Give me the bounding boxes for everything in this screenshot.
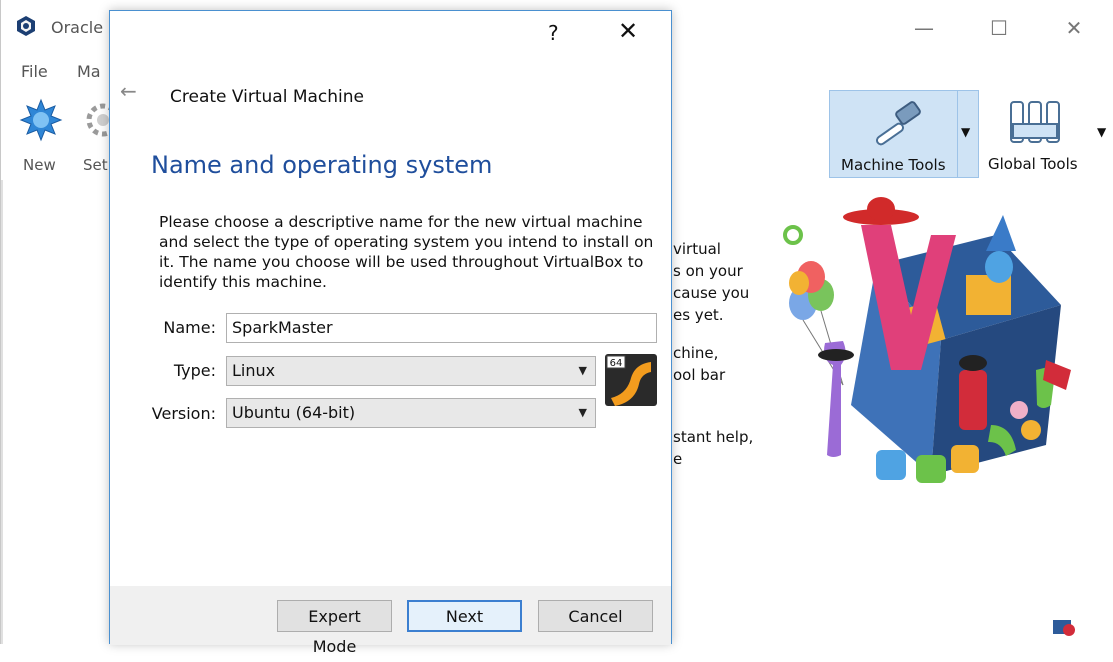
cancel-button[interactable]: Cancel [538, 600, 653, 632]
type-select-value: Linux [232, 361, 276, 380]
chevron-down-icon: ▼ [578, 406, 587, 419]
main-window-title: Oracle [51, 18, 104, 37]
window-close-button[interactable]: ✕ [1051, 12, 1097, 44]
version-label: Version: [151, 404, 216, 423]
chevron-down-icon: ▼ [578, 364, 587, 377]
machine-tools-dropdown-icon[interactable]: ▼ [961, 125, 970, 139]
name-input[interactable]: SparkMaster [226, 313, 657, 343]
menu-machine[interactable]: Ma [77, 62, 101, 81]
welcome-text-fragment: stant help, [673, 428, 754, 446]
expert-mode-button[interactable]: Expert Mode [277, 600, 392, 656]
new-vm-icon[interactable] [19, 98, 63, 142]
welcome-text-fragment: chine, [673, 344, 719, 362]
welcome-text-fragment: cause you [673, 284, 750, 302]
name-label: Name: [163, 318, 216, 337]
status-indicator-icon[interactable] [1051, 612, 1077, 638]
hammer-icon [875, 101, 921, 146]
machine-tools-split [957, 90, 958, 178]
welcome-text-fragment: ool bar [673, 366, 726, 384]
welcome-text-fragment: es yet. [673, 306, 724, 324]
version-select[interactable]: Ubuntu (64-bit) ▼ [226, 398, 596, 428]
minimize-button[interactable]: — [901, 12, 947, 44]
welcome-text-fragment: e [673, 450, 683, 468]
global-tools-label[interactable]: Global Tools [988, 155, 1078, 173]
vm-list-edge [1, 180, 3, 644]
version-select-value: Ubuntu (64-bit) [232, 403, 356, 422]
linux-os-icon: 64 [605, 354, 657, 406]
settings-button-label[interactable]: Set [83, 156, 108, 174]
dialog-close-button[interactable]: ✕ [618, 17, 638, 45]
os-badge-text: 64 [610, 358, 623, 369]
welcome-text-fragment: virtual [673, 240, 721, 258]
global-tools-dropdown-icon[interactable]: ▼ [1097, 125, 1106, 139]
type-label: Type: [173, 361, 216, 380]
machine-tools-label[interactable]: Machine Tools [841, 156, 946, 174]
menu-file[interactable]: File [21, 62, 48, 81]
global-tools-icon[interactable] [1007, 98, 1063, 150]
help-button[interactable]: ? [548, 21, 559, 45]
back-arrow-icon[interactable]: ← [120, 79, 137, 103]
virtualbox-app-icon [17, 16, 35, 36]
type-select[interactable]: Linux ▼ [226, 356, 596, 386]
virtualbox-mascot-illustration [783, 197, 1071, 483]
maximize-button[interactable]: ☐ [976, 12, 1022, 44]
new-button-label[interactable]: New [23, 156, 56, 174]
dialog-title: Create Virtual Machine [170, 87, 365, 107]
description-text: Please choose a descriptive name for the… [159, 213, 654, 291]
section-heading: Name and operating system [151, 151, 493, 179]
next-button[interactable]: Next [407, 600, 522, 632]
welcome-text-fragment: s on your [673, 262, 743, 280]
create-vm-dialog: ? ✕ ← Create Virtual Machine Name and op… [109, 10, 672, 645]
